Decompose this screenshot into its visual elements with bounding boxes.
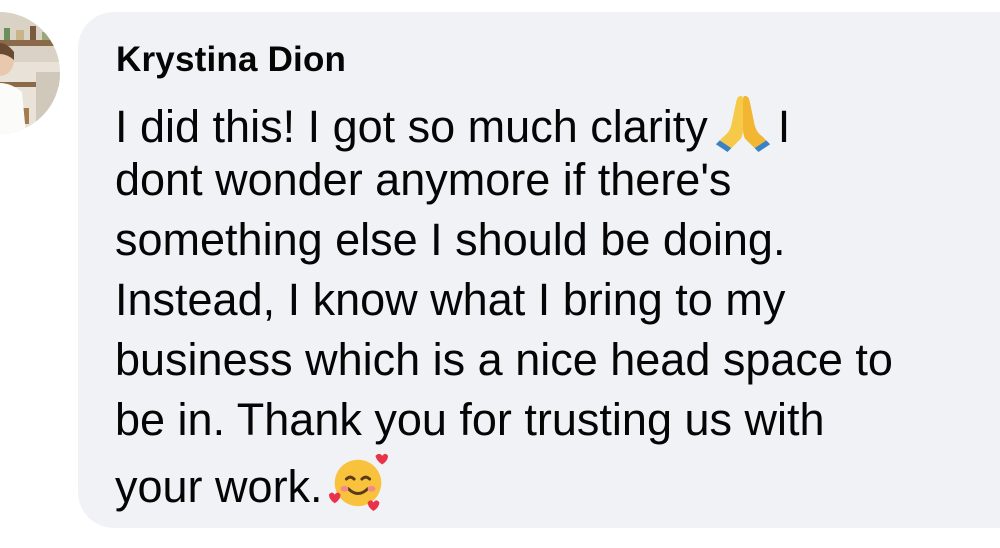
- comment-line: be in. Thank you for trusting us with: [115, 394, 825, 445]
- comment-line: business which is a nice head space to: [115, 334, 893, 385]
- comment-author[interactable]: Krystina Dion: [116, 40, 346, 80]
- comment-text: I did this! I got so much clarity I dont …: [115, 90, 995, 512]
- profile-photo-icon: [0, 12, 60, 134]
- comment-line: dont wonder anymore if there's: [115, 154, 732, 205]
- comment-line: I did this! I got so much clarity I: [115, 90, 995, 152]
- comment-line-text: I: [777, 101, 791, 152]
- comment-line-text: I did this! I got so much clarity: [115, 101, 708, 152]
- comment-line-text: your work.: [115, 461, 323, 512]
- comment-line: Instead, I know what I bring to my: [115, 274, 786, 325]
- comment-line: your work.: [115, 450, 995, 512]
- avatar[interactable]: [0, 12, 60, 134]
- smiling-face-with-hearts-emoji-icon: [327, 450, 389, 512]
- comment-line: something else I should be doing.: [115, 214, 786, 265]
- folded-hands-emoji-icon: [712, 90, 774, 152]
- comment-thread: Krystina Dion I did this! I got so much …: [0, 0, 1000, 548]
